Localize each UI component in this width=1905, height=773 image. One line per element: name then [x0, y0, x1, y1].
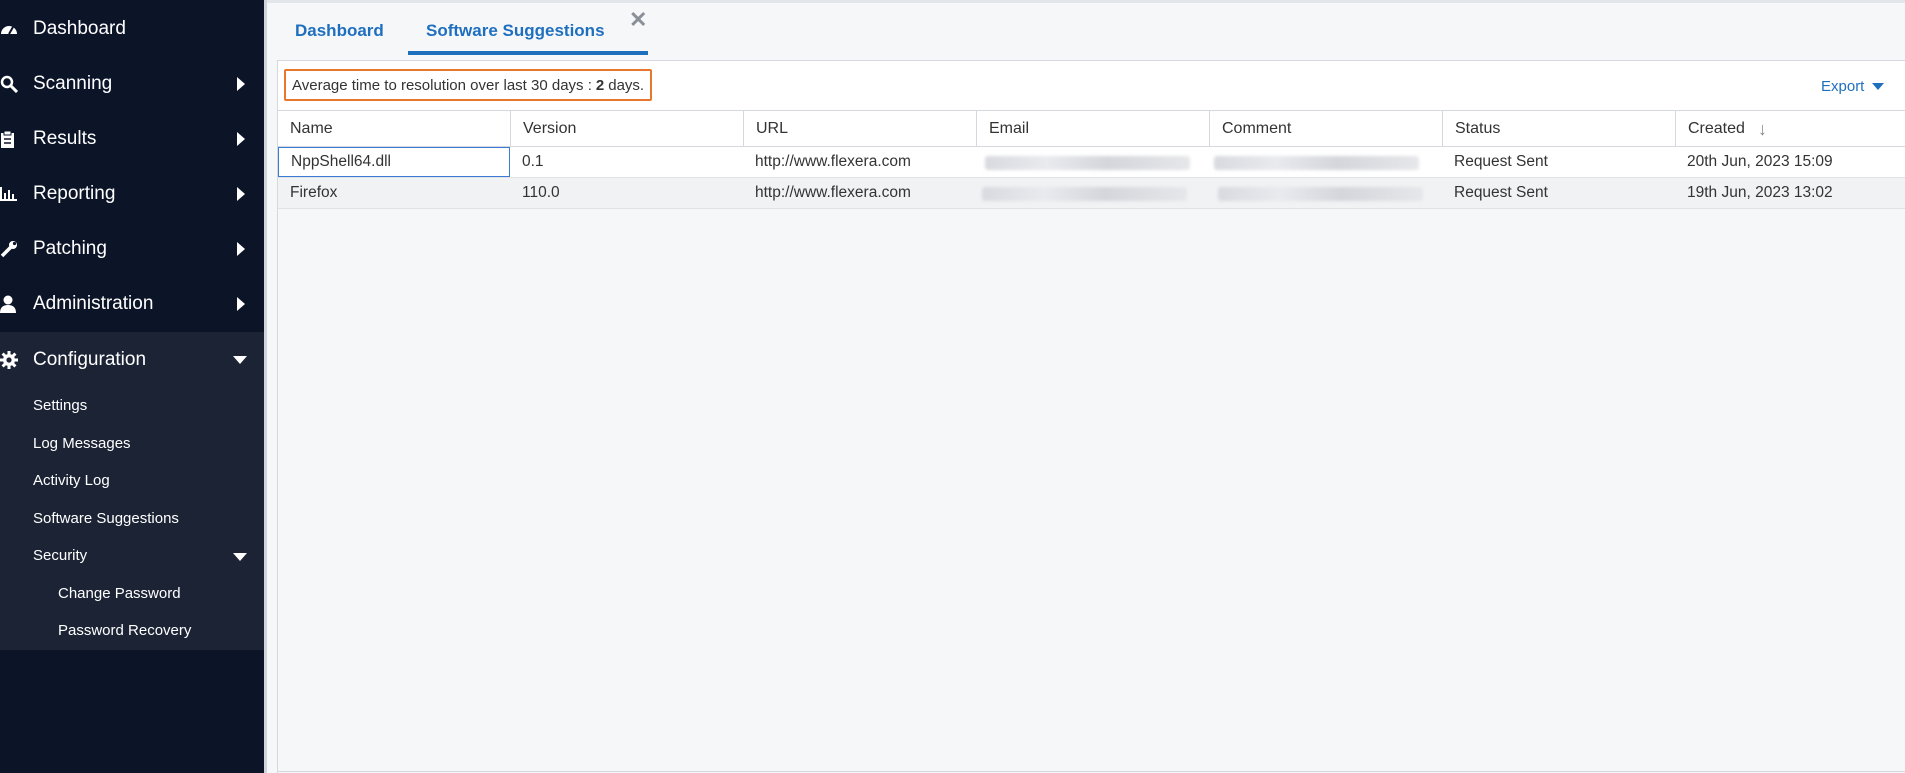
sidebar-subitem-log-messages[interactable]: Log Messages [33, 435, 131, 452]
sidebar-subitem-change-password[interactable]: Change Password [58, 585, 181, 602]
clipboard-icon [0, 130, 18, 148]
chevron-down-icon [233, 355, 247, 364]
column-header-status[interactable]: Status [1442, 111, 1675, 147]
cell-created[interactable]: 20th Jun, 2023 15:09 [1675, 147, 1905, 177]
table-row[interactable]: NppShell64.dll 0.1 http://www.flexera.co… [278, 147, 1905, 178]
column-header-version[interactable]: Version [510, 111, 743, 147]
cell-version[interactable]: 110.0 [510, 178, 743, 208]
chevron-right-icon [237, 131, 245, 146]
table-row[interactable]: Firefox 110.0 http://www.flexera.com Req… [278, 178, 1905, 209]
export-button[interactable]: Export [1821, 78, 1885, 95]
user-icon [0, 295, 18, 313]
sidebar-item-scanning[interactable]: Scanning [0, 56, 264, 111]
sidebar-item-label: Reporting [33, 182, 116, 204]
sidebar-splitter[interactable] [264, 0, 267, 773]
sidebar-item-label: Results [33, 127, 97, 149]
tab-software-suggestions[interactable]: Software Suggestions [426, 21, 605, 41]
cell-created[interactable]: 19th Jun, 2023 13:02 [1675, 178, 1905, 208]
avg-resolution-unit: days. [608, 76, 645, 94]
cell-email[interactable] [976, 178, 1209, 208]
export-label: Export [1821, 78, 1865, 95]
avg-resolution-summary: Average time to resolution over last 30 … [284, 69, 653, 101]
column-header-comment[interactable]: Comment [1209, 111, 1442, 147]
panel-bottom-border [278, 771, 1905, 772]
cell-name[interactable]: NppShell64.dll [278, 147, 510, 177]
caret-down-icon [1872, 83, 1885, 90]
sidebar-item-configuration[interactable]: Configuration [0, 332, 264, 387]
redacted-comment [1214, 156, 1419, 170]
cell-comment[interactable] [1209, 178, 1442, 208]
wrench-icon [0, 240, 18, 258]
grid-header: Name Version URL Email Comment Status Cr… [278, 111, 1905, 147]
grid-toolbar: Average time to resolution over last 30 … [278, 61, 1905, 111]
cell-email[interactable] [976, 147, 1209, 177]
column-header-created[interactable]: Created [1675, 111, 1905, 147]
sidebar-subitem-security[interactable]: Security [33, 547, 87, 564]
redacted-email [985, 156, 1190, 170]
chevron-down-icon [233, 553, 247, 561]
cell-status[interactable]: Request Sent [1442, 147, 1675, 177]
tab-bar: Dashboard Software Suggestions ✕ [267, 0, 1905, 56]
sidebar-subitem-password-recovery[interactable]: Password Recovery [58, 622, 191, 639]
gauge-icon [0, 20, 18, 38]
sidebar-item-administration[interactable]: Administration [0, 276, 264, 331]
sidebar-subitem-software-suggestions[interactable]: Software Suggestions [33, 510, 179, 527]
sidebar: Dashboard Scanning Results Reporting Pat… [0, 0, 264, 773]
column-header-email[interactable]: Email [976, 111, 1209, 147]
cell-url[interactable]: http://www.flexera.com [743, 147, 976, 177]
avg-resolution-value: 2 [595, 76, 605, 94]
column-header-url[interactable]: URL [743, 111, 976, 147]
search-icon [0, 75, 18, 93]
bar-chart-icon [0, 185, 18, 203]
chevron-right-icon [237, 76, 245, 91]
sidebar-item-results[interactable]: Results [0, 111, 264, 166]
gear-icon [0, 350, 18, 369]
cell-comment[interactable] [1209, 147, 1442, 177]
redacted-comment [1218, 187, 1423, 201]
sidebar-item-label: Configuration [33, 348, 147, 370]
chevron-right-icon [237, 186, 245, 201]
tab-dashboard[interactable]: Dashboard [295, 21, 384, 41]
software-suggestions-panel: Average time to resolution over last 30 … [277, 60, 1905, 773]
cell-name[interactable]: Firefox [278, 178, 510, 208]
sidebar-item-label: Administration [33, 292, 154, 314]
cell-status[interactable]: Request Sent [1442, 178, 1675, 208]
sidebar-subitem-settings[interactable]: Settings [33, 397, 87, 414]
column-header-name[interactable]: Name [278, 111, 510, 147]
close-icon[interactable]: ✕ [629, 9, 647, 31]
avg-resolution-label: Average time to resolution over last 30 … [292, 76, 592, 94]
sidebar-item-label: Patching [33, 237, 107, 259]
sidebar-item-dashboard[interactable]: Dashboard [0, 1, 264, 56]
sort-descending-icon[interactable]: ↓ [1758, 119, 1767, 140]
sidebar-item-patching[interactable]: Patching [0, 221, 264, 276]
sidebar-item-reporting[interactable]: Reporting [0, 166, 264, 221]
cell-url[interactable]: http://www.flexera.com [743, 178, 976, 208]
chevron-right-icon [237, 296, 245, 311]
chevron-right-icon [237, 241, 245, 256]
active-tab-indicator [408, 51, 648, 55]
sidebar-item-label: Dashboard [33, 17, 126, 39]
cell-version[interactable]: 0.1 [510, 147, 743, 177]
sidebar-item-label: Scanning [33, 72, 113, 94]
sidebar-subitem-activity-log[interactable]: Activity Log [33, 472, 110, 489]
redacted-email [982, 187, 1187, 201]
